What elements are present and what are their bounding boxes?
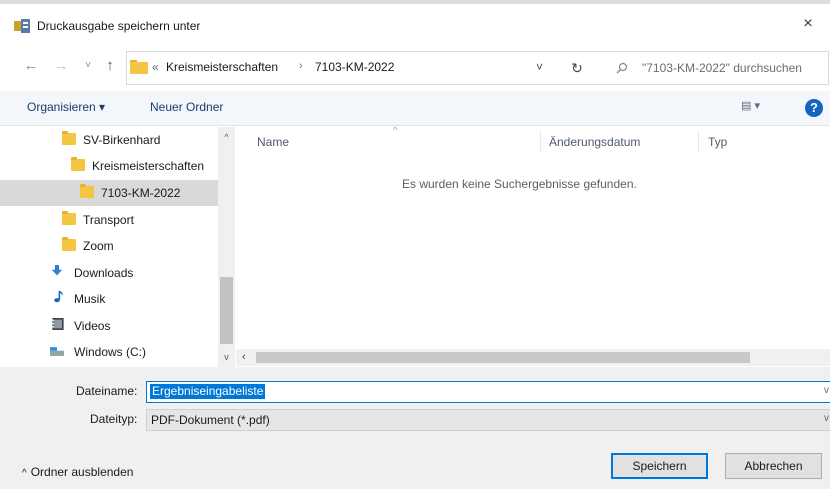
scrollbar-thumb[interactable] (256, 352, 750, 363)
folder-icon (80, 184, 94, 198)
chevron-down-icon[interactable]: v (824, 385, 829, 396)
view-options-icon[interactable]: ▤ ▾ (741, 99, 775, 117)
tree-item-label: Kreismeisterschaften (92, 159, 205, 173)
navigation-bar: ← → ˅ ↑ « Kreismeisterschaften › 7103-KM… (0, 47, 830, 89)
search-box[interactable]: "7103-KM-2022" durchsuchen (602, 51, 829, 85)
tree-item-7103-km-2022[interactable]: 7103-KM-2022 (0, 180, 218, 206)
filename-input[interactable]: Ergebniseingabeliste v (146, 381, 830, 403)
filetype-label: Dateityp: (90, 412, 138, 426)
navigation-pane-scrollbar[interactable]: ^ v (218, 127, 235, 367)
tree-item-label: Downloads (74, 266, 134, 280)
refresh-icon[interactable]: ↻ (564, 57, 590, 79)
file-list-horizontal-scrollbar[interactable]: ‹ (236, 349, 830, 366)
navigation-pane: SV-Birkenhard Kreismeisterschaften 7103-… (0, 127, 236, 367)
folder-icon (62, 237, 76, 251)
address-dropdown-icon[interactable]: ˅ (536, 60, 543, 74)
folder-icon (62, 211, 76, 225)
tree-item-label: Musik (74, 292, 106, 306)
new-folder-button[interactable]: Neuer Ordner (150, 100, 223, 114)
column-header-name[interactable]: Name (257, 135, 289, 149)
up-arrow-icon[interactable]: ↑ (101, 57, 119, 75)
address-bar[interactable]: « Kreismeisterschaften › 7103-KM-2022 ˅ … (126, 51, 604, 85)
tree-item-label: SV-Birkenhard (83, 133, 161, 147)
hide-folders-toggle[interactable]: ^ Ordner ausblenden (22, 465, 133, 479)
folder-icon (130, 60, 148, 74)
folder-icon (71, 157, 85, 171)
tree-item-label: 7103-KM-2022 (101, 186, 181, 200)
tree-item-label: Transport (83, 213, 134, 227)
chevron-down-icon[interactable]: v (824, 413, 829, 424)
save-button[interactable]: Speichern (611, 453, 708, 479)
scroll-left-arrow-icon[interactable]: ‹ (242, 349, 254, 366)
music-icon (54, 291, 63, 303)
tree-item-label: Zoom (83, 239, 114, 253)
hide-folders-label: Ordner ausblenden (30, 465, 134, 479)
recent-locations-chevron-icon[interactable]: ˅ (79, 57, 97, 75)
window-title: Druckausgabe speichern unter (37, 19, 201, 33)
tree-item-zoom[interactable]: Zoom (0, 233, 218, 259)
column-divider[interactable] (540, 131, 541, 153)
app-icon (14, 19, 30, 33)
column-divider[interactable] (698, 131, 699, 153)
scroll-down-arrow-icon[interactable]: v (218, 349, 235, 366)
tree-item-musik[interactable]: Musik (0, 286, 218, 312)
tree-item-sv-birkenhard[interactable]: SV-Birkenhard (0, 127, 218, 153)
organize-button[interactable]: Organisieren ▾ (27, 100, 105, 114)
column-header-type[interactable]: Typ (708, 135, 727, 149)
title-bar: Druckausgabe speichern unter × (0, 4, 830, 44)
filename-label: Dateiname: (76, 384, 138, 398)
scroll-up-arrow-icon[interactable]: ^ (218, 129, 235, 146)
breadcrumb-separator: › (299, 60, 303, 72)
tree-item-videos[interactable]: Videos (0, 313, 218, 339)
back-arrow-icon[interactable]: ← (22, 57, 40, 75)
column-header-date[interactable]: Änderungsdatum (549, 135, 640, 149)
help-icon[interactable]: ? (805, 99, 823, 117)
close-icon[interactable]: × (794, 12, 822, 36)
breadcrumb-overflow[interactable]: « (152, 60, 159, 74)
tree-item-kreismeisterschaften[interactable]: Kreismeisterschaften (0, 153, 218, 179)
scrollbar-thumb[interactable] (220, 277, 233, 344)
filetype-select[interactable]: PDF-Dokument (*.pdf) v (146, 409, 830, 431)
breadcrumb-kreismeisterschaften[interactable]: Kreismeisterschaften (166, 60, 278, 74)
tree-item-downloads[interactable]: Downloads (0, 260, 218, 286)
save-form-area: Dateiname: Ergebniseingabeliste v Dateit… (0, 367, 830, 489)
forward-arrow-icon[interactable]: → (52, 57, 70, 75)
tree-item-windows-c[interactable]: Windows (C:) (0, 339, 218, 365)
drive-icon (50, 347, 64, 356)
search-placeholder[interactable]: "7103-KM-2022" durchsuchen (642, 61, 802, 75)
cancel-button[interactable]: Abbrechen (725, 453, 822, 479)
breadcrumb-7103-km-2022[interactable]: 7103-KM-2022 (315, 60, 394, 74)
tree-item-transport[interactable]: Transport (0, 207, 218, 233)
tree-item-label: Videos (74, 319, 111, 333)
chevron-up-icon: ^ (22, 468, 27, 479)
empty-results-message: Es wurden keine Suchergebnisse gefunden. (402, 177, 637, 191)
file-list-pane: ^ Name Änderungsdatum Typ Es wurden kein… (236, 125, 830, 367)
search-icon (616, 62, 628, 74)
tree-item-label: Windows (C:) (74, 345, 147, 359)
filename-value[interactable]: Ergebniseingabeliste (150, 384, 266, 399)
download-icon (51, 265, 63, 276)
command-toolbar: Organisieren ▾ Neuer Ordner ▤ ▾ ? (0, 91, 830, 126)
video-icon (52, 318, 64, 330)
sort-indicator-icon: ^ (393, 125, 398, 135)
folder-icon (62, 131, 76, 145)
filetype-value[interactable]: PDF-Dokument (*.pdf) (151, 413, 270, 427)
